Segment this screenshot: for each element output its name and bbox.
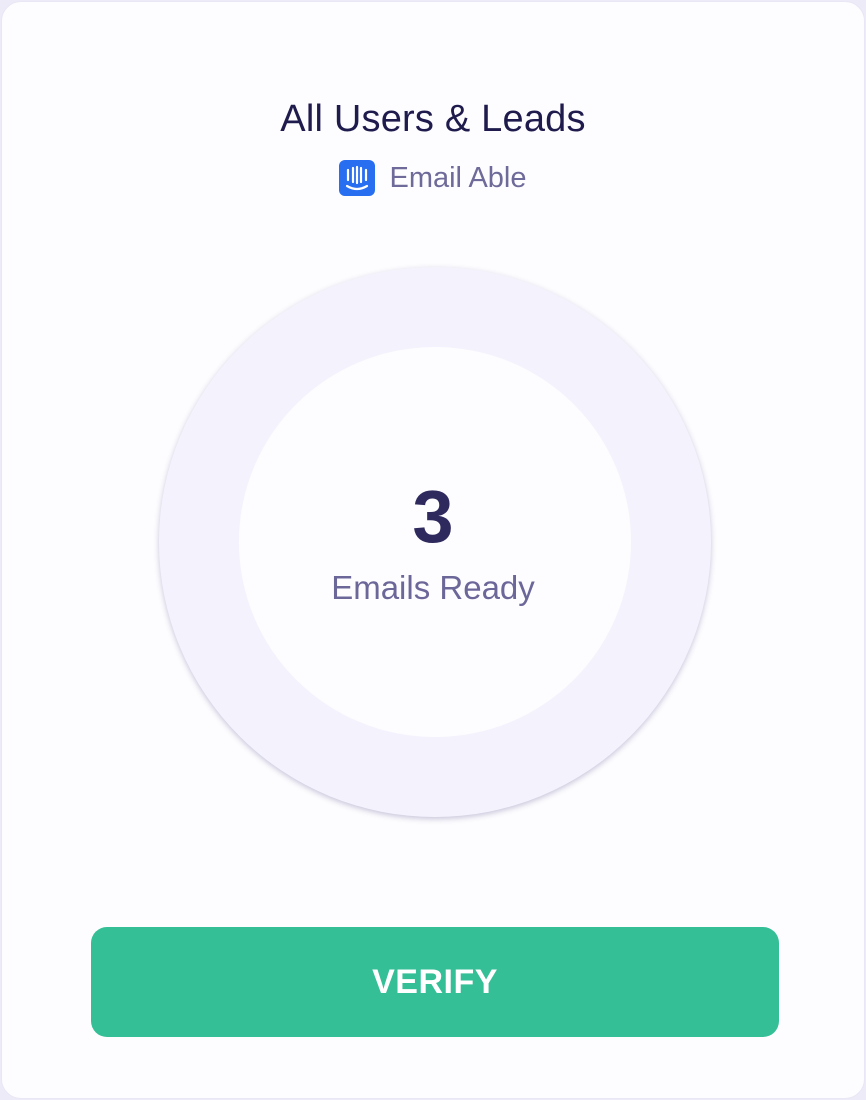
- verify-button[interactable]: VERIFY: [91, 927, 779, 1037]
- source-row: Email Able: [2, 160, 864, 196]
- list-title: All Users & Leads: [280, 98, 586, 140]
- email-list-card: All Users & Leads Email Able 3 Emails Re…: [1, 1, 865, 1099]
- source-label: Email Able: [389, 161, 527, 194]
- emails-ready-count: 3: [412, 475, 454, 558]
- intercom-logo-icon: [339, 160, 376, 196]
- emails-ready-label: Emails Ready: [331, 569, 535, 606]
